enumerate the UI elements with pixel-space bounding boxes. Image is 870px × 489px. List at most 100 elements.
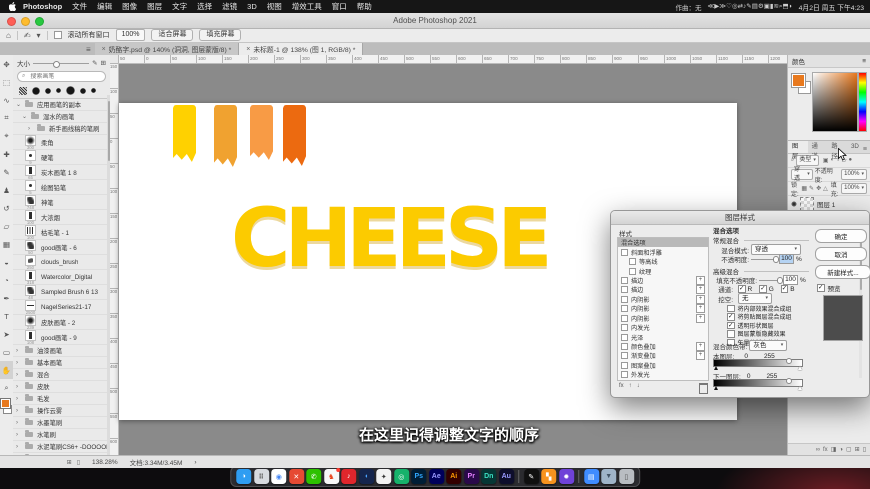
ok-button[interactable]: 确定 [815, 229, 867, 243]
style-list-item[interactable]: 等高线 [618, 257, 708, 266]
layer-thumbnail[interactable] [800, 197, 814, 211]
checkbox[interactable] [727, 322, 735, 330]
caret-icon[interactable]: ⌄ [22, 113, 27, 120]
caret-icon[interactable]: › [16, 372, 21, 378]
apple-icon[interactable] [6, 2, 18, 11]
saturation-brightness-field[interactable] [812, 72, 858, 132]
hand-tool-icon[interactable]: ✍ [24, 31, 31, 40]
menu-item[interactable]: 增效工具 [287, 2, 327, 11]
lock-position-icon[interactable]: ✥ [816, 185, 821, 192]
channel-checkbox[interactable] [738, 285, 746, 293]
style-checkbox[interactable] [621, 362, 628, 369]
control-center-icon[interactable]: ⬒ [783, 3, 789, 10]
eraser-tool[interactable]: ▱ [0, 217, 13, 235]
film-app-icon[interactable]: ✹ [559, 469, 574, 484]
group-icon[interactable]: ▢ [846, 446, 852, 453]
channel-option[interactable]: R [738, 285, 752, 293]
panel-tab[interactable]: 通道 [808, 141, 828, 153]
settings-icon[interactable]: ⚙ [758, 3, 764, 10]
style-checkbox[interactable] [621, 296, 628, 303]
panel-tab[interactable]: 图层 [788, 141, 808, 153]
style-checkbox[interactable] [621, 352, 628, 359]
add-instance-icon[interactable]: + [696, 285, 705, 294]
new-brush-icon[interactable]: ⊞ [67, 459, 72, 466]
style-checkbox[interactable] [621, 324, 628, 331]
brush-size-slider[interactable] [33, 63, 89, 64]
close-tab-icon[interactable]: × [102, 46, 106, 53]
channel-option[interactable]: B [781, 285, 795, 293]
add-instance-icon[interactable]: + [696, 295, 705, 304]
delete-style-icon[interactable] [699, 383, 708, 394]
panel-tab[interactable]: 3D [847, 141, 863, 153]
panel-menu-icon[interactable]: ≡ [863, 146, 870, 153]
style-list-item[interactable]: 光泽 [618, 332, 708, 341]
document-tab[interactable]: × 奶酪字.psd @ 140% (洞洞, 图层蒙版/8) * [95, 43, 240, 55]
photoshop-icon[interactable]: Ps [411, 469, 426, 484]
status-chevron-icon[interactable]: › [194, 459, 196, 466]
type-tool[interactable]: T [0, 307, 13, 325]
color-swatches[interactable] [0, 399, 13, 414]
color-panel-title[interactable]: 颜色 [792, 56, 805, 66]
move-tool[interactable]: ✥ [0, 55, 13, 73]
marquee-tool[interactable]: ⬚ [0, 73, 13, 91]
opacity-slider[interactable] [751, 259, 777, 260]
panel-menu-icon[interactable]: ≡ [862, 58, 866, 65]
lock-all-icon[interactable]: △ [823, 185, 828, 192]
trash-icon[interactable]: ▯ [619, 469, 634, 484]
launchpad-icon[interactable]: ⠿ [254, 469, 269, 484]
menubar-clock[interactable]: 4月2日 周五 下午4:23 [799, 2, 864, 12]
create-brush-icon[interactable]: ⊞ [101, 59, 106, 67]
mask-icon[interactable]: ◨ [831, 446, 837, 453]
history-brush-tool[interactable]: ↺ [0, 199, 13, 217]
xmind-icon[interactable]: ✕ [289, 469, 304, 484]
menu-item[interactable]: 选择 [192, 2, 217, 11]
brush-search-input[interactable] [28, 73, 101, 81]
dialog-title[interactable]: 图层样式 [611, 211, 869, 225]
brush-preview-dot[interactable] [32, 87, 40, 95]
style-list-item[interactable]: 内阴影 + [618, 304, 708, 313]
menu-item[interactable]: 3D [242, 2, 262, 11]
style-checkbox[interactable] [621, 305, 628, 312]
style-list-item[interactable]: 渐变叠加 + [618, 351, 708, 360]
brush-preview-dot[interactable] [19, 87, 27, 95]
style-checkbox[interactable] [629, 268, 636, 275]
chrome-icon[interactable]: ◉ [271, 469, 286, 484]
clone-stamp-tool[interactable]: ♟ [0, 181, 13, 199]
white-app-icon[interactable]: ✦ [376, 469, 391, 484]
foreground-color-swatch[interactable] [792, 74, 805, 87]
siri-icon[interactable]: ◗ [789, 3, 793, 10]
delete-layer-icon[interactable]: ▯ [863, 446, 866, 453]
brush-preview-dot[interactable] [91, 88, 96, 93]
gradient-tool[interactable]: ▦ [0, 235, 13, 253]
illustrator-icon[interactable]: Ai [446, 469, 461, 484]
menu-item[interactable]: 文件 [67, 2, 92, 11]
opacity-select[interactable]: 100%▾ [841, 169, 867, 180]
pen-tool[interactable]: ✒ [0, 289, 13, 307]
caret-icon[interactable]: › [16, 396, 21, 402]
pixel-filter-icon[interactable]: ▣ [823, 157, 829, 164]
menu-item[interactable]: 编辑 [92, 2, 117, 11]
close-tab-icon[interactable]: × [246, 46, 250, 53]
style-list-item[interactable]: 斜面和浮雕 [618, 247, 708, 256]
style-checkbox[interactable] [621, 249, 628, 256]
menu-item[interactable]: 帮助 [352, 2, 377, 11]
downloads-icon[interactable]: ▼ [601, 469, 616, 484]
caret-icon[interactable]: › [16, 420, 21, 426]
display-icon[interactable]: ▣ [764, 3, 770, 10]
visibility-eye-icon[interactable] [791, 201, 797, 207]
crop-tool[interactable]: ⌗ [0, 109, 13, 127]
style-list-item[interactable]: 颜色叠加 + [618, 342, 708, 351]
blending-checkbox-row[interactable]: 透明形状图层 [727, 321, 792, 330]
delete-brush-icon[interactable]: ▯ [77, 459, 80, 466]
finder-icon[interactable]: ◑ [236, 469, 251, 484]
fit-screen-button[interactable]: 适合屏幕 [151, 29, 193, 41]
blend-if-select[interactable]: 灰色▾ [749, 340, 787, 351]
chevron-down-icon[interactable]: ▾ [37, 31, 41, 40]
add-instance-icon[interactable]: + [696, 314, 705, 323]
menu-item[interactable]: Photoshop [18, 2, 67, 11]
brush-preview-dot[interactable] [66, 86, 75, 95]
style-list-item[interactable]: 内发光 [618, 323, 708, 332]
style-list-item[interactable]: 描边 + [618, 276, 708, 285]
blending-checkbox-row[interactable]: 图层蒙版隐藏效果 [727, 330, 792, 339]
record-icon[interactable]: ◎ [732, 3, 738, 10]
